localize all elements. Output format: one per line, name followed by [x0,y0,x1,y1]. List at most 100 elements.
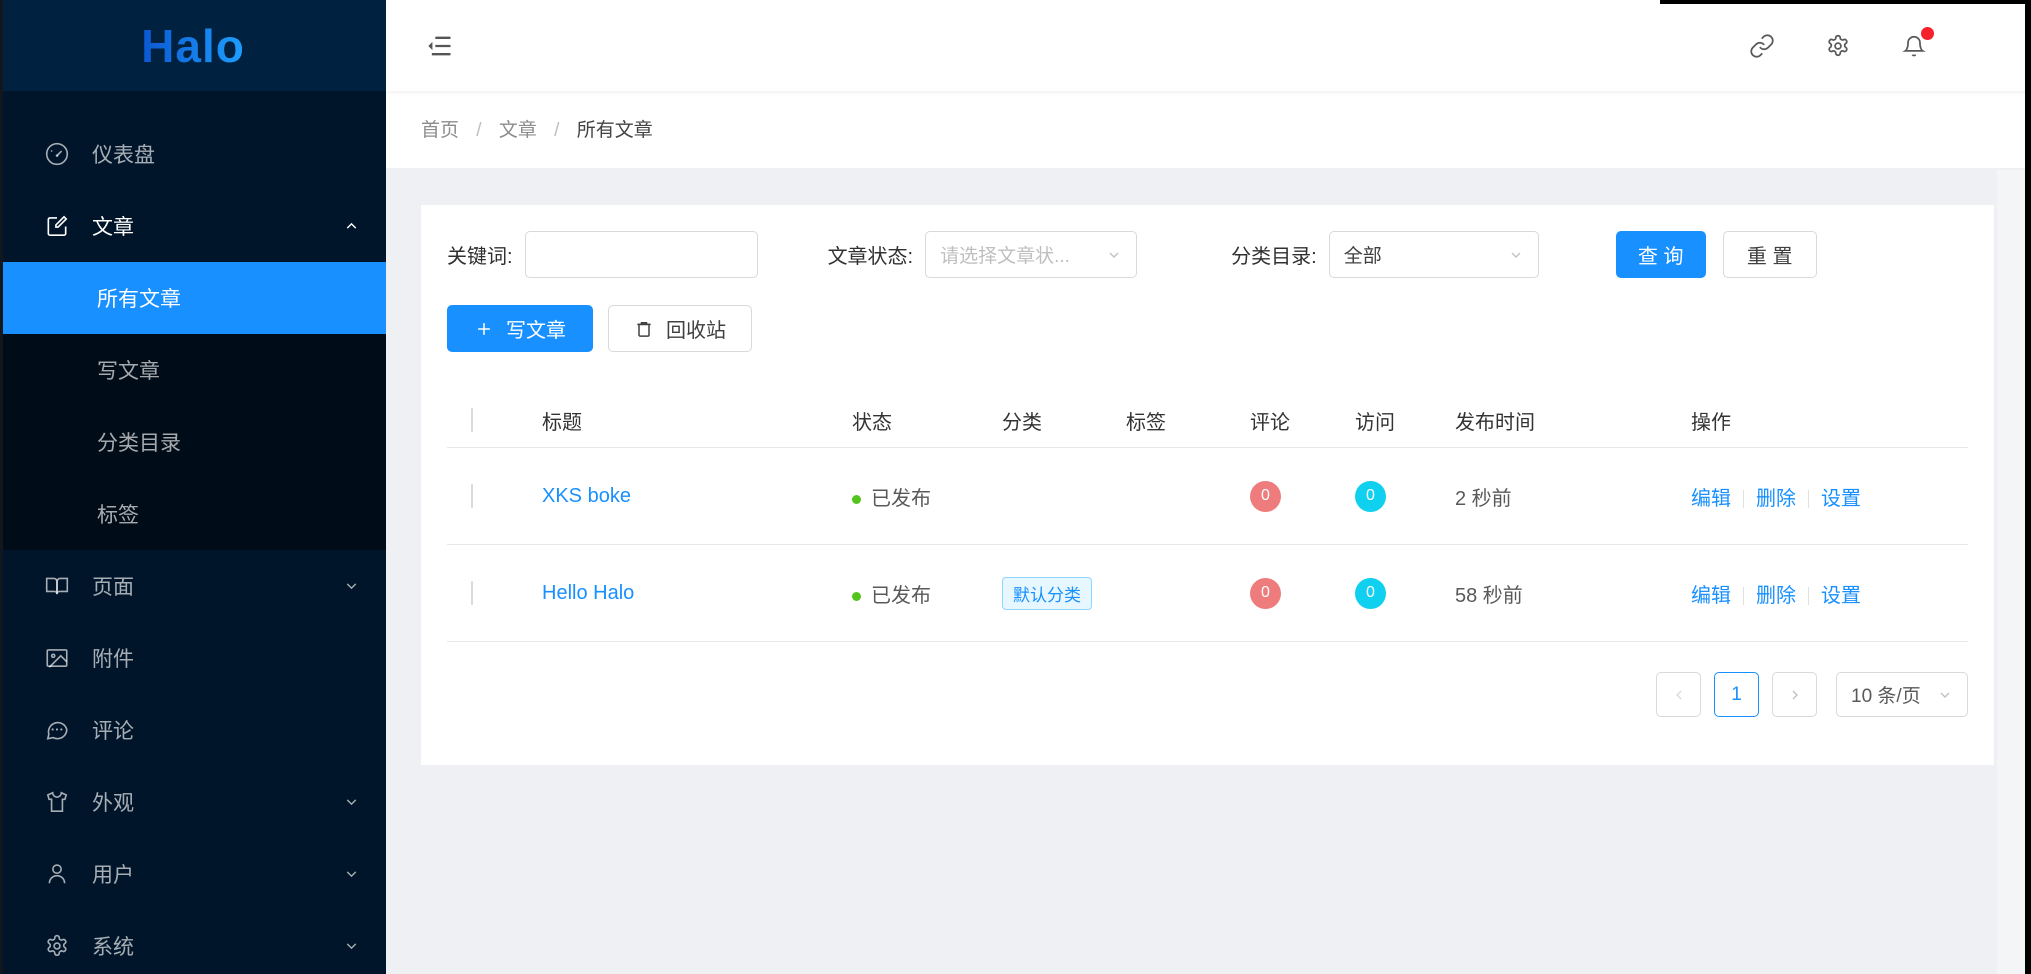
keyword-input[interactable] [524,231,758,278]
sidebar-item-label: 外观 [92,792,134,815]
sidebar-item-categories[interactable]: 分类目录 [0,406,386,478]
breadcrumb-posts[interactable]: 文章 [499,120,537,141]
settings-action-link[interactable]: 设置 [1821,488,1861,510]
post-status-placeholder: 请选择文章状... [940,246,1070,267]
logo-area[interactable]: Halo [0,0,386,91]
top-header [386,0,2031,91]
page-size-select[interactable]: 10 条/页 [1836,672,1968,717]
column-header-status: 状态 [852,394,1002,448]
chevron-down-icon [1937,687,1953,703]
sidebar-item-appearance[interactable]: 外观 [0,766,386,838]
sidebar-subitem-label: 分类目录 [97,432,181,455]
sidebar-item-system[interactable]: 系统 [0,910,386,974]
sidebar-item-dashboard[interactable]: 仪表盘 [0,118,386,190]
category-tag[interactable]: 默认分类 [1002,576,1092,610]
sidebar-item-tags[interactable]: 标签 [0,478,386,550]
settings-gear-icon[interactable] [1825,33,1851,59]
posts-submenu: 所有文章 写文章 分类目录 标签 [0,262,386,550]
edit-action-link[interactable]: 编辑 [1691,585,1731,607]
sidebar-item-label: 页面 [92,576,134,599]
action-divider [1808,489,1809,508]
category-label: 分类目录: [1231,246,1317,268]
filter-row: 关键词: 文章状态: 请选择文章状... 分类目录: 全部 查 询 重 置 [447,231,1968,278]
sidebar-subitem-label: 写文章 [97,360,160,383]
halo-admin-app: Halo 仪表盘 文章 所有文章 写文章 分类目录 标签 页面 附件 评论 外观… [0,0,2031,974]
tags-cell [1126,544,1250,642]
query-button[interactable]: 查 询 [1615,231,1706,278]
post-status-select[interactable]: 请选择文章状... [925,231,1138,278]
select-all-checkbox[interactable] [471,408,473,432]
pagination: 1 10 条/页 [447,672,1968,717]
delete-action-link[interactable]: 删除 [1756,488,1796,510]
recycle-bin-label: 回收站 [666,320,726,342]
sidebar-item-write-post[interactable]: 写文章 [0,334,386,406]
row-checkbox[interactable] [471,483,473,508]
sidebar-item-pages[interactable]: 页面 [0,550,386,622]
row-checkbox[interactable] [471,580,473,605]
sidebar-item-posts[interactable]: 文章 [0,190,386,262]
scrollbar-track[interactable] [1997,170,2025,974]
comments-count-badge[interactable]: 0 [1250,577,1281,609]
status-dot-green [852,494,861,504]
breadcrumb-home[interactable]: 首页 [421,120,459,141]
sidebar-subitem-label: 标签 [97,504,139,527]
image-icon [44,645,70,671]
dashboard-icon [44,141,70,167]
visits-count-badge[interactable]: 0 [1355,480,1386,512]
sidebar-item-all-posts[interactable]: 所有文章 [0,262,386,334]
sidebar-item-attachments[interactable]: 附件 [0,622,386,694]
delete-action-link[interactable]: 删除 [1756,585,1796,607]
write-post-button[interactable]: 写文章 [447,305,593,352]
visits-count-badge[interactable]: 0 [1355,577,1386,609]
menu-fold-icon[interactable] [426,32,454,60]
page-number-button[interactable]: 1 [1714,672,1759,717]
column-header-tags: 标签 [1126,394,1250,448]
link-icon[interactable] [1749,33,1775,59]
sidebar-item-label: 附件 [92,648,134,671]
table-header-row: 标题 状态 分类 标签 评论 访问 发布时间 操作 [447,394,1968,448]
prev-page-button[interactable] [1656,672,1701,717]
user-icon [44,861,70,887]
comment-icon [44,717,70,743]
sidebar-menu: 仪表盘 文章 所有文章 写文章 分类目录 标签 页面 附件 评论 外观 用户 系… [0,91,386,974]
chevron-down-icon [343,578,360,595]
column-header-title: 标题 [542,394,852,448]
breadcrumb-separator: / [476,120,482,141]
keyword-label: 关键词: [447,246,513,268]
category-select[interactable]: 全部 [1328,231,1539,278]
category-select-value: 全部 [1343,246,1382,267]
next-page-button[interactable] [1772,672,1817,717]
edit-action-link[interactable]: 编辑 [1691,488,1731,510]
notification-bell-icon[interactable] [1901,26,1934,59]
shirt-icon [44,789,70,815]
status-text: 已发布 [871,584,931,607]
toolbar-row: 写文章 回收站 [447,305,1968,352]
sidebar-item-users[interactable]: 用户 [0,838,386,910]
comments-count-badge[interactable]: 0 [1250,480,1281,512]
sidebar-item-comments[interactable]: 评论 [0,694,386,766]
table-row: Hello Halo 已发布 默认分类 0 0 58 秒前 编辑 删除 设置 [447,544,1968,642]
notification-badge [1921,26,1934,40]
window-edge-top [1660,0,2031,4]
published-time: 58 秒前 [1455,544,1691,642]
post-title-link[interactable]: XKS boke [542,485,631,507]
posts-table: 标题 状态 分类 标签 评论 访问 发布时间 操作 XKS boke 已发布 0… [447,394,1968,642]
category-cell: 默认分类 [1002,544,1126,642]
chevron-down-icon [343,794,360,811]
content-area: 关键词: 文章状态: 请选择文章状... 分类目录: 全部 查 询 重 置 写文… [386,168,2031,974]
settings-action-link[interactable]: 设置 [1821,585,1861,607]
chevron-down-icon [1508,247,1524,263]
edit-square-icon [44,213,70,239]
page-size-value: 10 条/页 [1851,686,1921,707]
reset-button[interactable]: 重 置 [1722,231,1817,278]
post-title-link[interactable]: Hello Halo [542,582,634,604]
plus-icon [474,319,494,339]
chevron-down-icon [1106,247,1122,263]
column-header-published: 发布时间 [1455,394,1691,448]
published-time: 2 秒前 [1455,447,1691,545]
recycle-bin-button[interactable]: 回收站 [608,305,752,352]
header-actions [1749,26,1934,59]
window-edge-right [2025,0,2031,974]
sidebar-item-label: 评论 [92,720,134,743]
sidebar-item-label: 文章 [92,216,134,239]
